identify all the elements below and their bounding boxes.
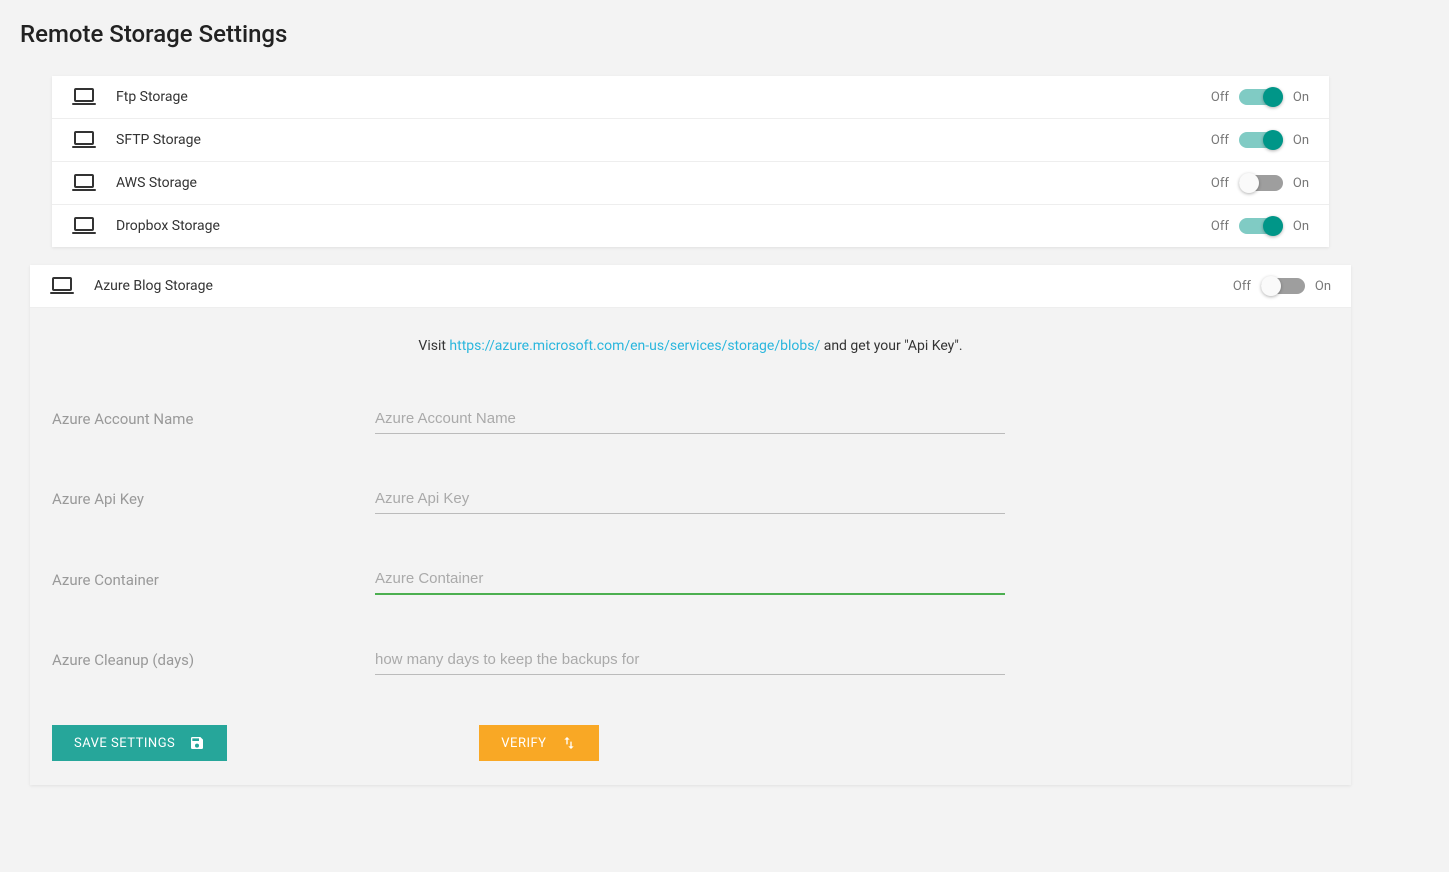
azure-toggle[interactable] — [1261, 278, 1305, 294]
azure-panel-label: Azure Blog Storage — [94, 278, 1233, 294]
storage-list: Ftp Storage Off On SFTP Storage Off On A… — [52, 76, 1329, 247]
storage-toggle-group: Off On — [1211, 132, 1309, 148]
azure-hint: Visit https://azure.microsoft.com/en-us/… — [50, 338, 1331, 354]
toggle-on-label: On — [1293, 219, 1309, 234]
swap-vertical-icon — [561, 735, 577, 751]
field-input-2[interactable] — [375, 564, 1005, 595]
azure-panel-body: Visit https://azure.microsoft.com/en-us/… — [30, 308, 1351, 785]
laptop-icon — [72, 174, 96, 192]
storage-toggle[interactable] — [1239, 132, 1283, 148]
laptop-icon — [72, 88, 96, 106]
storage-row-label: SFTP Storage — [116, 132, 1211, 148]
verify-button-label: Verify — [501, 736, 546, 751]
toggle-off-label: Off — [1233, 279, 1251, 294]
toggle-on-label: On — [1293, 176, 1309, 191]
field-label: Azure Account Name — [50, 410, 375, 428]
save-settings-button[interactable]: Save Settings — [52, 725, 227, 761]
toggle-on-label: On — [1315, 279, 1331, 294]
storage-toggle[interactable] — [1239, 89, 1283, 105]
verify-button[interactable]: Verify — [479, 725, 598, 761]
field-label: Azure Api Key — [50, 490, 375, 508]
field-input-0[interactable] — [375, 404, 1005, 434]
storage-row[interactable]: AWS Storage Off On — [52, 162, 1329, 205]
storage-row-label: AWS Storage — [116, 175, 1211, 191]
storage-toggle[interactable] — [1239, 218, 1283, 234]
toggle-off-label: Off — [1211, 133, 1229, 148]
toggle-off-label: Off — [1211, 90, 1229, 105]
toggle-on-label: On — [1293, 133, 1309, 148]
storage-toggle-group: Off On — [1211, 175, 1309, 191]
azure-docs-link[interactable]: https://azure.microsoft.com/en-us/servic… — [449, 338, 820, 354]
field-input-3[interactable] — [375, 645, 1005, 675]
azure-panel: Azure Blog Storage Off On Visit https://… — [30, 265, 1351, 785]
form-row: Azure Api Key — [50, 484, 1331, 514]
button-row: Save Settings Verify — [50, 725, 1331, 761]
storage-toggle[interactable] — [1239, 175, 1283, 191]
azure-toggle-group: Off On — [1233, 278, 1331, 294]
form-row: Azure Cleanup (days) — [50, 645, 1331, 675]
field-input-1[interactable] — [375, 484, 1005, 514]
storage-row-label: Ftp Storage — [116, 89, 1211, 105]
toggle-on-label: On — [1293, 90, 1309, 105]
page-title: Remote Storage Settings — [20, 20, 1429, 48]
hint-suffix: and get your "Api Key". — [820, 338, 962, 354]
save-icon — [189, 735, 205, 751]
laptop-icon — [50, 277, 74, 295]
laptop-icon — [72, 131, 96, 149]
save-button-label: Save Settings — [74, 736, 175, 751]
form-row: Azure Container — [50, 564, 1331, 595]
laptop-icon — [72, 217, 96, 235]
storage-toggle-group: Off On — [1211, 218, 1309, 234]
field-label: Azure Cleanup (days) — [50, 651, 375, 669]
toggle-off-label: Off — [1211, 176, 1229, 191]
hint-prefix: Visit — [418, 338, 449, 354]
storage-toggle-group: Off On — [1211, 89, 1309, 105]
storage-row[interactable]: Dropbox Storage Off On — [52, 205, 1329, 247]
storage-row[interactable]: SFTP Storage Off On — [52, 119, 1329, 162]
azure-panel-header[interactable]: Azure Blog Storage Off On — [30, 265, 1351, 308]
storage-row[interactable]: Ftp Storage Off On — [52, 76, 1329, 119]
form-row: Azure Account Name — [50, 404, 1331, 434]
field-label: Azure Container — [50, 571, 375, 589]
toggle-off-label: Off — [1211, 219, 1229, 234]
storage-row-label: Dropbox Storage — [116, 218, 1211, 234]
